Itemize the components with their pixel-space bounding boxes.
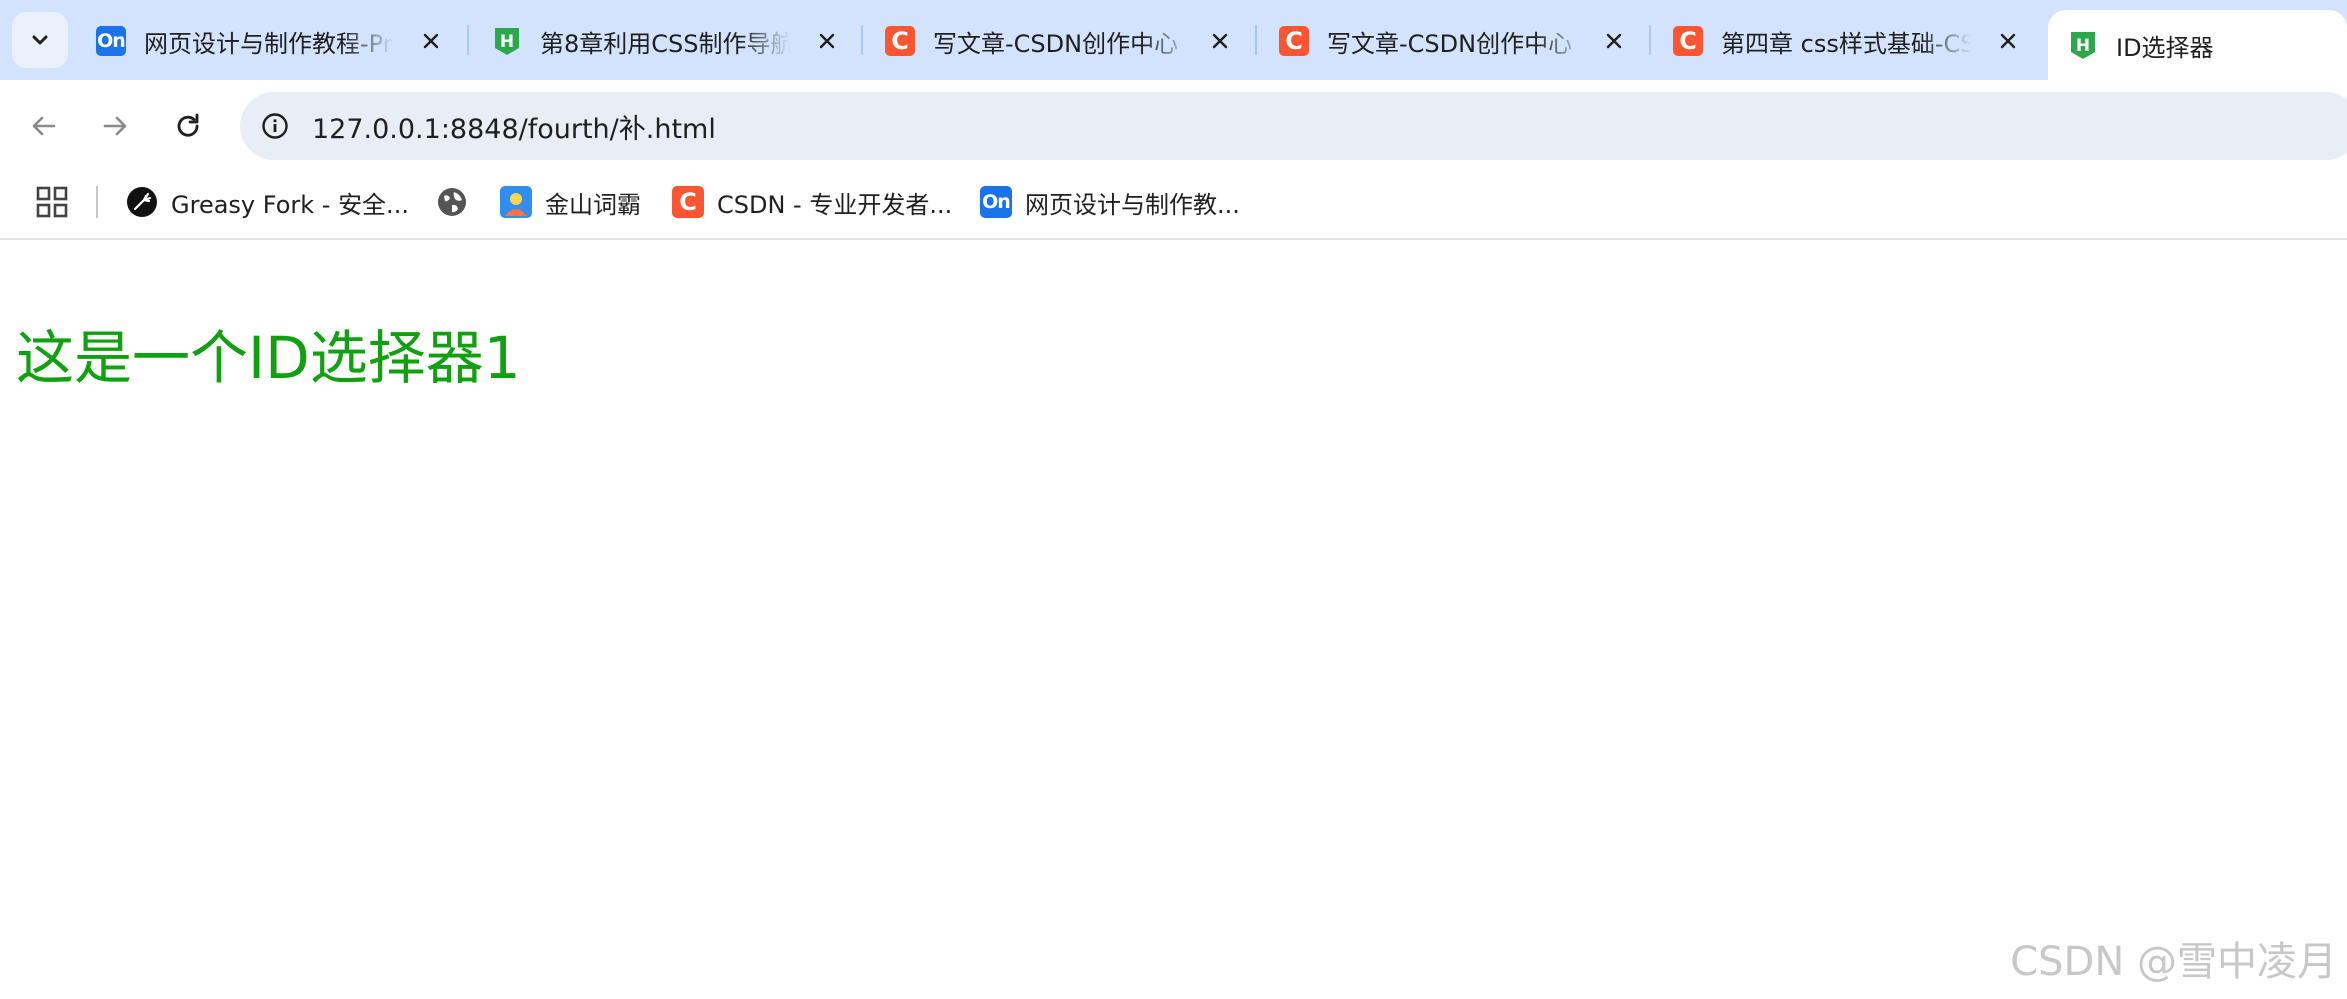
bookmark-label: 网页设计与制作教... bbox=[1025, 190, 1240, 219]
close-icon bbox=[819, 33, 835, 49]
iciba-icon bbox=[500, 186, 532, 218]
tab-title: ID选择器 bbox=[2116, 33, 2214, 62]
tab-search-button[interactable] bbox=[12, 12, 68, 68]
bookmark-globe[interactable] bbox=[436, 184, 468, 220]
tab-title: 写文章-CSDN创作中心 bbox=[933, 29, 1179, 58]
tab-close-button[interactable] bbox=[416, 26, 446, 56]
tab-2[interactable]: H 第8章利用CSS制作导航 bbox=[492, 10, 842, 72]
info-icon bbox=[262, 113, 288, 139]
tab-title: 第四章 css样式基础-CS bbox=[1721, 29, 1971, 58]
address-url[interactable]: 127.0.0.1:8848/fourth/补.html bbox=[312, 107, 716, 146]
tab-separator bbox=[467, 25, 469, 55]
hbuilder-icon: H bbox=[492, 26, 522, 56]
tab-1[interactable]: On 网页设计与制作教程-Pr bbox=[96, 10, 446, 72]
reload-button[interactable] bbox=[166, 104, 210, 148]
chevron-down-icon bbox=[32, 35, 48, 45]
tab-strip: On 网页设计与制作教程-Pr H 第8章利用CSS制作导航 C 写文章-CSD… bbox=[0, 0, 2347, 80]
bookmark-label: 金山词霸 bbox=[545, 190, 641, 219]
hbuilder-icon: H bbox=[2068, 30, 2098, 60]
tab-close-button[interactable] bbox=[812, 26, 842, 56]
id-selector-heading: 这是一个ID选择器1 bbox=[16, 324, 521, 392]
tab-close-button[interactable] bbox=[1599, 26, 1629, 56]
arrow-right-icon bbox=[103, 116, 127, 136]
address-bar[interactable]: 127.0.0.1:8848/fourth/补.html bbox=[240, 92, 2347, 160]
close-icon bbox=[1212, 33, 1228, 49]
csdn-icon: C bbox=[885, 26, 915, 56]
close-icon bbox=[2000, 33, 2016, 49]
tab-separator bbox=[1649, 25, 1651, 55]
svg-text:H: H bbox=[2076, 36, 2090, 56]
csdn-icon: C bbox=[1673, 26, 1703, 56]
csdn-icon: C bbox=[672, 186, 704, 218]
tab-close-button[interactable] bbox=[1205, 26, 1235, 56]
bookmark-csdn[interactable]: C CSDN - 专业开发者... bbox=[672, 184, 952, 220]
tab-title: 第8章利用CSS制作导航 bbox=[540, 29, 790, 58]
apps-grid-icon bbox=[36, 186, 68, 218]
forward-button[interactable] bbox=[93, 104, 137, 148]
reload-icon bbox=[177, 113, 199, 137]
on-icon: On bbox=[980, 186, 1012, 218]
tab-title: 网页设计与制作教程-Pr bbox=[144, 29, 393, 58]
tab-3[interactable]: C 写文章-CSDN创作中心 bbox=[885, 10, 1235, 72]
bookmark-iciba[interactable]: 金山词霸 bbox=[500, 184, 641, 220]
close-icon bbox=[1606, 33, 1622, 49]
back-button[interactable] bbox=[22, 104, 66, 148]
site-info-button[interactable] bbox=[258, 109, 292, 143]
tab-6-active[interactable]: H ID选择器 bbox=[2048, 10, 2347, 80]
page-content: 这是一个ID选择器1 CSDN @雪中凌月 bbox=[0, 241, 2347, 999]
bookmarks-bar: Greasy Fork - 安全... 金山词霸 C CSDN - 专业开发者.… bbox=[0, 172, 2347, 240]
on-icon: On bbox=[96, 26, 126, 56]
bookmark-on-tutorial[interactable]: On 网页设计与制作教... bbox=[980, 184, 1240, 220]
tab-separator bbox=[1255, 25, 1257, 55]
bookmark-label: Greasy Fork - 安全... bbox=[171, 190, 409, 219]
arrow-left-icon bbox=[32, 116, 56, 136]
globe-icon bbox=[436, 186, 468, 218]
bookmark-label: CSDN - 专业开发者... bbox=[717, 190, 953, 219]
navigation-toolbar: 127.0.0.1:8848/fourth/补.html bbox=[0, 80, 2347, 172]
bookmark-greasy-fork[interactable]: Greasy Fork - 安全... bbox=[126, 184, 409, 220]
watermark: CSDN @雪中凌月 bbox=[2010, 939, 2337, 985]
close-icon bbox=[423, 33, 439, 49]
apps-button[interactable] bbox=[34, 184, 70, 220]
tab-separator bbox=[861, 25, 863, 55]
tab-title: 写文章-CSDN创作中心 bbox=[1327, 29, 1573, 58]
svg-text:H: H bbox=[500, 32, 514, 52]
csdn-icon: C bbox=[1279, 26, 1309, 56]
tab-close-button[interactable] bbox=[1993, 26, 2023, 56]
bookmarks-divider bbox=[96, 186, 98, 218]
greasy-fork-icon bbox=[126, 186, 158, 218]
tab-4[interactable]: C 写文章-CSDN创作中心 bbox=[1279, 10, 1629, 72]
tab-5[interactable]: C 第四章 css样式基础-CS bbox=[1673, 10, 2023, 72]
